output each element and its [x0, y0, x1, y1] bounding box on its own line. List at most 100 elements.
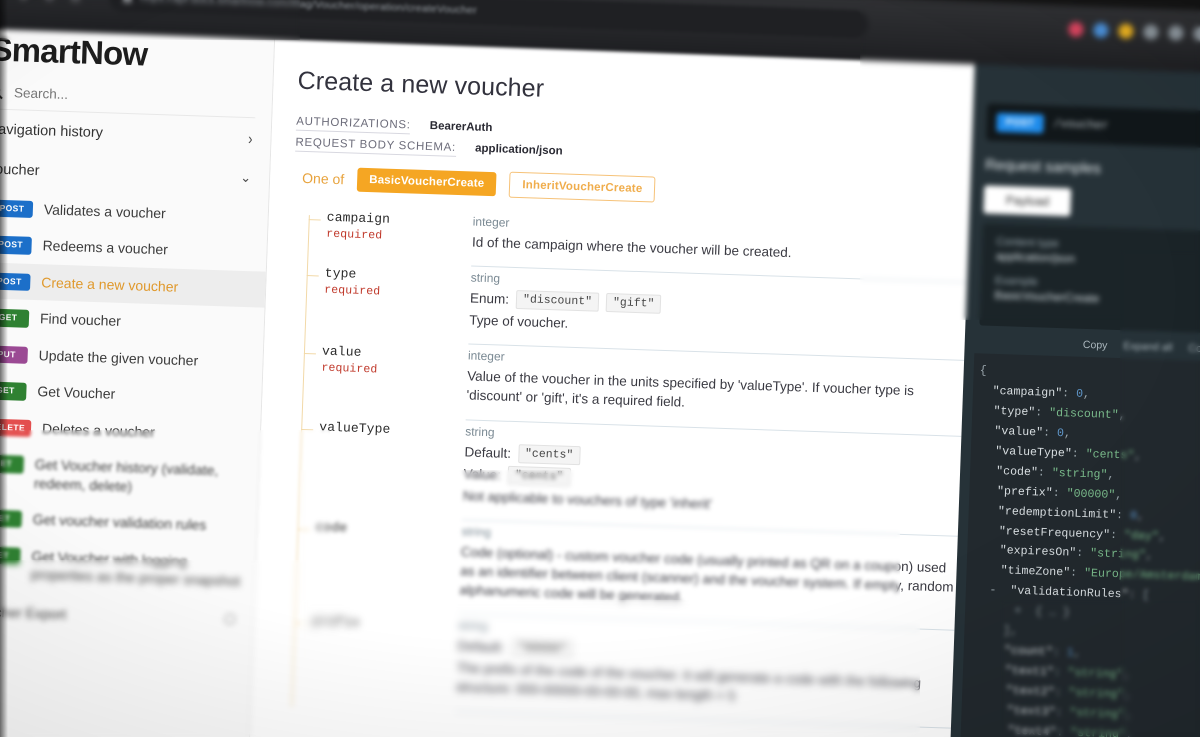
property-name: campaign [326, 209, 391, 227]
property-required-flag: required [321, 361, 378, 377]
expand-all-button[interactable]: Expand all [1123, 340, 1172, 354]
method-badge: POST [0, 199, 34, 219]
method-badge: GET [0, 509, 23, 529]
schema-property-row: valueType string Default: "cents" Value: "cen… [298, 419, 962, 537]
code-token: "timeZone" [1000, 564, 1071, 580]
value-value-chip: "cents" [507, 465, 571, 487]
tab-inheritvouchercreate[interactable]: InheritVoucherCreate [508, 171, 656, 203]
browser-viewport: SmartNow Navigation history › Voucher ⌄ … [0, 10, 1200, 737]
code-token: "value" [994, 424, 1044, 440]
method-badge: PUT [0, 345, 28, 364]
schema-property-row: prefix string Default: "00000" The prefix of… [291, 613, 955, 729]
maximize-button[interactable] [42, 0, 57, 3]
enum-value-chip: "discount" [515, 290, 600, 312]
extension-gray3-icon[interactable] [1193, 26, 1200, 42]
code-token: : [1075, 547, 1091, 561]
json-code-sample: {"campaign": 0, "type": "discount", "value… [959, 353, 1200, 737]
method-badge: GET [0, 454, 25, 474]
code-token: "text2" [1005, 684, 1055, 700]
code-token: "discount" [1048, 406, 1119, 422]
code-token: "Europe/Amsterdam" [1083, 567, 1200, 585]
operation-label: Redeems a voucher [42, 237, 169, 258]
voucher-export-label: Voucher Export [0, 602, 67, 622]
sidebar-item-operation[interactable]: GET Get Voucher history (validate, redeem… [0, 444, 259, 509]
property-name: value [321, 343, 362, 361]
code-token: , [1124, 708, 1133, 722]
sidebar-item-operation[interactable]: GET Get Voucher with logging properties a… [0, 535, 256, 600]
schema-property-list: campaign required integer Id of the campaig… [275, 209, 969, 729]
extension-gray-icon[interactable] [1143, 24, 1159, 40]
close-button[interactable] [68, 0, 83, 4]
extension-gray2-icon[interactable] [1168, 25, 1184, 41]
value-label: Value: [463, 465, 502, 483]
property-name-cell: campaign required [308, 209, 469, 245]
schema-property-row: code string Code (optional) - custom vouch… [295, 519, 958, 631]
search-input[interactable] [13, 85, 257, 109]
code-token: "prefix" [996, 484, 1053, 500]
collapse-all-button[interactable]: Collapse all [1188, 342, 1200, 356]
content-type-box: Content type application/json Example Ba… [979, 223, 1200, 335]
code-token: , [1115, 488, 1123, 502]
operation-label: Validates a voucher [43, 201, 167, 222]
code-token: "text4" [1007, 724, 1057, 737]
code-token: : [1037, 466, 1053, 480]
tree-tick [297, 528, 310, 531]
sidebar-operation-list: POST Validates a voucher POST Redeems a vou… [0, 189, 268, 600]
sidebar: SmartNow Navigation history › Voucher ⌄ … [0, 10, 276, 737]
code-token: , [1123, 668, 1131, 682]
circle-icon [224, 613, 236, 625]
tree-tick [294, 623, 307, 625]
operation-label: Get Voucher history (validate, redeem, d… [33, 456, 219, 495]
chevron-down-icon: ⌄ [240, 169, 252, 186]
url-text: https://api-docs.smartnow.com/#tag/Vouch… [139, 0, 478, 17]
address-bar[interactable]: https://api-docs.smartnow.com/#tag/Vouch… [108, 0, 869, 39]
code-token: "count" [1003, 644, 1054, 660]
page-title: Create a new voucher [297, 66, 545, 103]
code-token: : [1054, 686, 1069, 700]
tree-tick [306, 275, 319, 277]
property-name: valueType [319, 419, 391, 437]
content-type-value[interactable]: application/json [996, 251, 1200, 271]
code-token: "cents" [1085, 447, 1135, 463]
default-value-chip: "cents" [517, 443, 581, 465]
tree-tick [308, 219, 321, 221]
default-label: Default: [457, 638, 505, 656]
code-token: "string" [1069, 706, 1126, 722]
operation-label: Find voucher [39, 310, 122, 330]
code-token: "expiresOn" [999, 544, 1077, 561]
one-of-label: One of [301, 169, 345, 188]
code-token: ], [1003, 624, 1018, 638]
method-badge: GET [0, 381, 27, 401]
extension-red-icon[interactable] [1068, 21, 1084, 38]
code-token: : [1071, 447, 1086, 461]
default-value-chip: "00000" [510, 638, 574, 660]
default-label: Default: [464, 444, 512, 461]
property-name-cell: valueType [301, 419, 461, 439]
code-token: : [1052, 486, 1067, 500]
code-token: : [1053, 666, 1068, 680]
extension-yellow-icon[interactable] [1118, 23, 1134, 40]
example-value[interactable]: BasicVoucherCreate [994, 290, 1200, 310]
code-token: "string" [1051, 466, 1108, 482]
minimize-button[interactable] [16, 0, 31, 2]
tab-basicvouchercreate[interactable]: BasicVoucherCreate [356, 167, 497, 197]
extension-blue-icon[interactable] [1093, 22, 1109, 39]
code-token: : [ [1128, 588, 1150, 603]
code-token: "type" [993, 404, 1036, 420]
operation-label: Update the given voucher [38, 347, 199, 369]
code-token: , [1073, 646, 1081, 661]
property-name: code [315, 519, 348, 536]
operation-label: Get voucher validation rules [32, 511, 207, 534]
code-token: , [1125, 728, 1134, 737]
operation-label: Create a new voucher [41, 274, 179, 295]
tab-payload[interactable]: Payload [983, 185, 1072, 217]
code-token: - [989, 584, 1011, 598]
request-method-badge: POST [996, 112, 1044, 134]
screenshot-root: SmartNow Navigation history › Voucher ⌄ … [0, 0, 1200, 737]
window-controls[interactable] [16, 0, 83, 4]
search-icon [0, 85, 4, 100]
copy-button[interactable]: Copy [1083, 339, 1108, 352]
authorizations-value[interactable]: BearerAuth [430, 120, 493, 134]
method-badge: DELETE [0, 418, 32, 438]
code-token: , [1118, 408, 1126, 423]
